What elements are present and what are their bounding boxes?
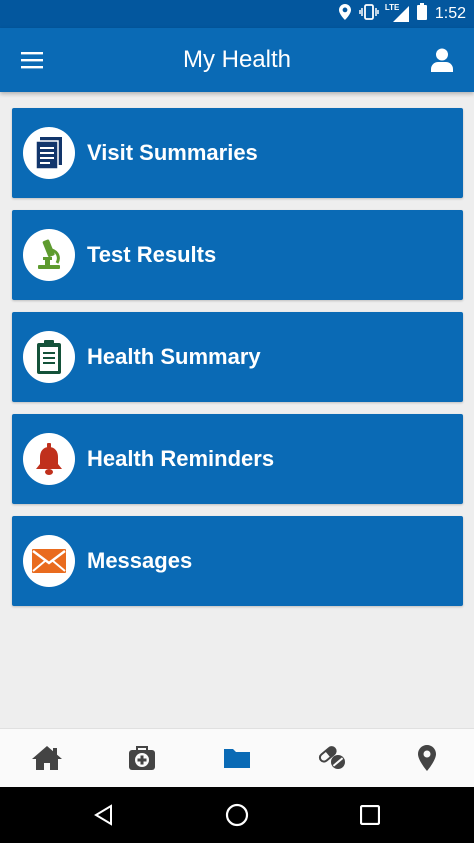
nav-health-records[interactable]	[190, 729, 285, 787]
nav-home[interactable]	[0, 729, 95, 787]
person-icon	[431, 48, 453, 72]
system-navigation-bar	[0, 787, 474, 843]
document-icon	[23, 127, 75, 179]
nav-locations[interactable]	[379, 729, 474, 787]
medical-bag-icon	[129, 746, 156, 770]
envelope-icon	[23, 535, 75, 587]
back-triangle-icon	[94, 804, 112, 826]
folder-icon	[223, 749, 250, 768]
messages-card[interactable]: Messages	[12, 516, 463, 606]
system-back-button[interactable]	[86, 797, 122, 833]
location-pin-icon	[417, 745, 436, 771]
app-bar: My Health	[0, 28, 474, 92]
clock: 1:52	[434, 5, 466, 22]
system-home-button[interactable]	[219, 797, 255, 833]
page-title: My Health	[182, 46, 292, 73]
system-recents-button[interactable]	[352, 797, 388, 833]
vibrate-icon	[359, 3, 379, 25]
home-icon	[32, 746, 63, 770]
health-reminders-label: Health Reminders	[87, 446, 275, 471]
network-type: LTE	[384, 3, 400, 12]
profile-button[interactable]	[424, 42, 460, 78]
status-icons: LTE 1:52	[338, 0, 466, 28]
health-summary-label: Health Summary	[87, 344, 261, 369]
nav-medications[interactable]	[284, 729, 379, 787]
clipboard-icon	[23, 331, 75, 383]
bottom-navigation	[0, 728, 474, 787]
test-results-card[interactable]: Test Results	[12, 210, 463, 300]
messages-label: Messages	[87, 548, 193, 573]
microscope-icon	[23, 229, 75, 281]
location-status-icon	[338, 3, 351, 25]
test-results-label: Test Results	[87, 242, 217, 267]
recents-square-icon	[360, 805, 380, 825]
visit-summaries-card[interactable]: Visit Summaries	[12, 108, 463, 198]
hamburger-menu-icon	[21, 52, 43, 69]
battery-icon	[416, 3, 427, 25]
lte-signal-icon: LTE	[384, 3, 409, 22]
health-menu-list: Visit Summaries Test Results Health Summ…	[12, 108, 463, 618]
health-reminders-card[interactable]: Health Reminders	[12, 414, 463, 504]
pills-icon	[318, 746, 345, 769]
health-summary-card[interactable]: Health Summary	[12, 312, 463, 402]
status-bar: LTE 1:52	[0, 0, 474, 28]
nav-care[interactable]	[95, 729, 190, 787]
home-circle-icon	[225, 803, 249, 827]
menu-button[interactable]	[14, 42, 50, 78]
visit-summaries-label: Visit Summaries	[87, 140, 258, 165]
bell-icon	[23, 433, 75, 485]
